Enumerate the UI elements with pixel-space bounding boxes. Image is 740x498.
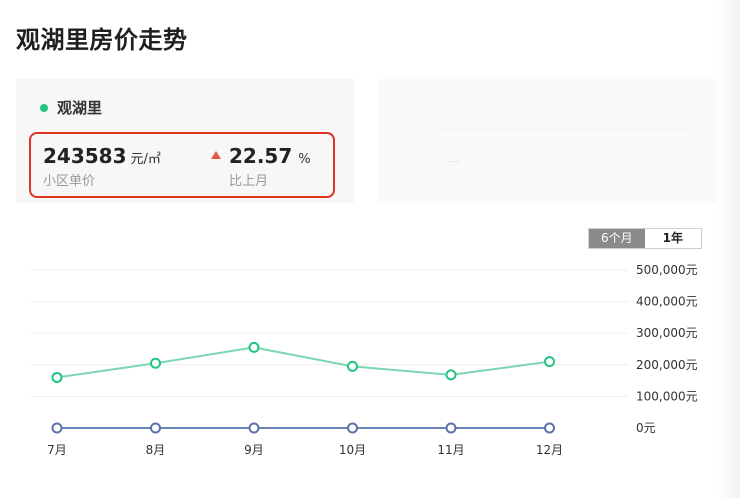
y-tick-label: 500,000元: [636, 263, 698, 277]
series-1-point: [51, 371, 63, 383]
price-highlight-box: 243583 元/㎡ 小区单价 22.57% 比上月: [29, 132, 335, 198]
edge-shade: [716, 0, 740, 498]
x-tick-label: 7月: [47, 443, 67, 457]
y-tick-label: 0元: [636, 421, 656, 435]
series-2-point: [445, 422, 457, 434]
series-2-point: [544, 422, 555, 434]
period-toggle: 6个月 1年: [588, 228, 702, 249]
tab-1-year[interactable]: 1年: [644, 229, 701, 248]
community-name: 观湖里: [57, 99, 103, 117]
page-title: 观湖里房价走势: [16, 26, 188, 54]
placeholder-line: [450, 161, 460, 162]
y-tick-label: 200,000元: [636, 358, 698, 372]
series-2-point: [248, 422, 260, 434]
unit-price-value: 243583: [43, 144, 127, 168]
tab-6-months[interactable]: 6个月: [589, 229, 645, 248]
month-change-metric: 22.57% 比上月: [211, 144, 311, 189]
series-1-point: [150, 357, 161, 369]
series-2-point: [347, 422, 358, 434]
placeholder-card: [378, 79, 716, 203]
unit-price-unit: 元/㎡: [130, 152, 161, 167]
x-tick-label: 12月: [536, 443, 563, 457]
unit-price-metric: 243583 元/㎡ 小区单价: [43, 144, 161, 189]
placeholder-line: [436, 129, 692, 130]
series-1-line: [56, 346, 550, 379]
y-tick-label: 300,000元: [636, 326, 698, 340]
x-tick-label: 10月: [339, 443, 366, 457]
series-1-point: [445, 369, 457, 381]
triangle-up-icon: [211, 151, 221, 159]
community-header: 观湖里: [40, 97, 102, 118]
change-label: 比上月: [229, 174, 269, 189]
change-value: 22.57: [229, 144, 293, 168]
x-tick-label: 11月: [437, 443, 464, 457]
series-1-point: [544, 356, 555, 368]
price-trend-chart: 0元 100,000元 200,000元 300,000元 400,000元 500,00…: [30, 263, 698, 457]
change-unit: %: [298, 152, 311, 167]
series-1-point: [248, 341, 260, 353]
y-tick-label: 400,000元: [636, 295, 698, 309]
series-2-point: [51, 422, 63, 434]
series-1-point: [347, 360, 358, 372]
y-tick-label: 100,000元: [636, 389, 698, 403]
price-card: 观湖里 243583 元/㎡ 小区单价 22.57% 比上月: [16, 79, 354, 203]
green-dot-icon: [40, 103, 48, 112]
x-tick-label: 9月: [244, 443, 264, 457]
unit-price-label: 小区单价: [43, 174, 96, 189]
x-tick-label: 8月: [146, 443, 166, 457]
series-2-point: [150, 422, 161, 434]
